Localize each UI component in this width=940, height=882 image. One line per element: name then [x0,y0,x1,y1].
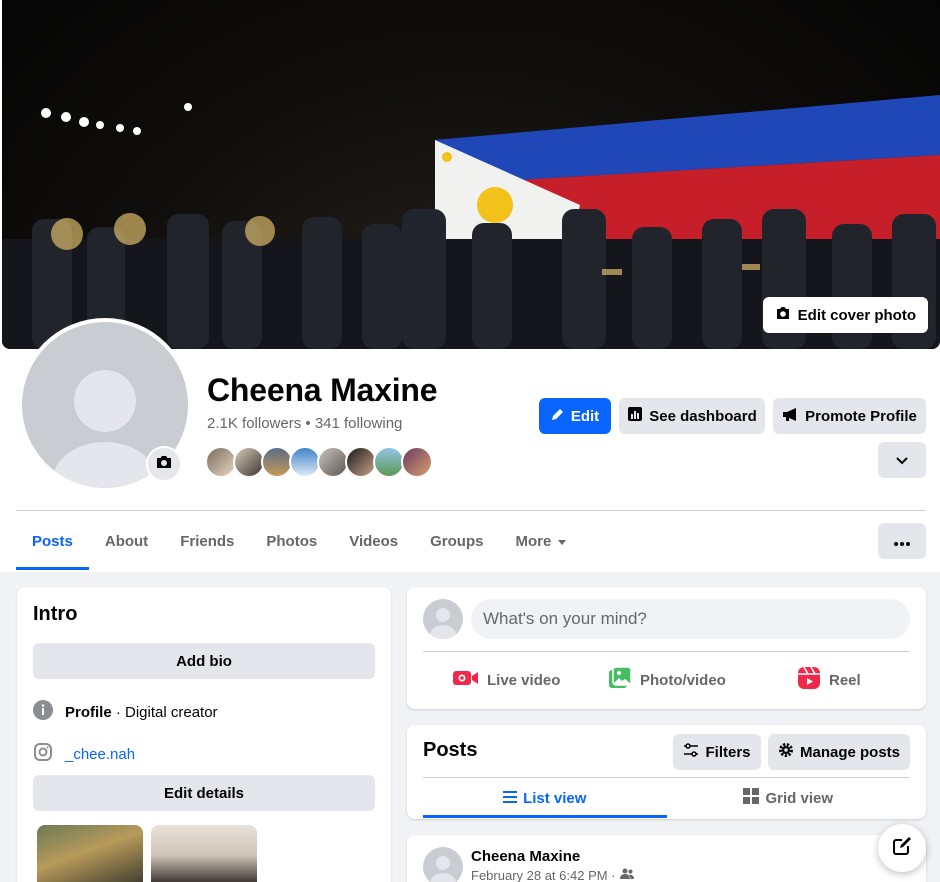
featured-photo[interactable] [37,825,143,882]
friend-avatar[interactable] [401,446,433,478]
followers-link[interactable]: 2.1K followers [207,415,301,432]
live-video-label: Live video [487,671,561,689]
featured-photo[interactable] [151,825,257,882]
reel-label: Reel [829,671,861,689]
cover-photo[interactable]: Edit cover photo [2,0,940,349]
stage-lights [41,103,192,135]
follow-stats: 2.1K followers • 341 following [207,415,402,432]
intro-card: Intro Add bio Profile · Digital creator … [17,587,391,882]
add-bio-button[interactable]: Add bio [33,643,375,679]
promote-profile-button[interactable]: Promote Profile [773,398,926,434]
ellipsis-icon [894,533,910,550]
filters-icon [683,743,699,761]
pencil-icon [551,407,565,425]
instagram-link[interactable]: _chee.nah [65,746,135,763]
list-icon [503,790,518,807]
photo-icon [608,666,632,694]
new-message-button[interactable] [878,824,926,872]
more-options-button[interactable] [878,523,926,559]
following-link[interactable]: 341 following [315,415,403,432]
tab-label: Groups [430,532,484,550]
profile-label: Profile [65,703,112,721]
compose-icon [892,836,912,861]
intro-title: Intro [33,603,78,625]
friends-audience-icon [619,868,634,882]
tab-label: More [515,532,552,550]
camera-icon [155,454,173,475]
tab-label: Videos [349,532,399,550]
list-view-label: List view [523,789,587,807]
posts-header-card: Posts Filters Manage posts List view Gri… [407,725,926,819]
profile-name: Cheena Maxine [207,372,438,408]
grid-view-label: Grid view [765,789,834,807]
reel-button[interactable]: Reel [797,664,861,696]
edit-cover-label: Edit cover photo [797,306,916,324]
live-video-icon [453,668,479,692]
composer-divider [423,651,910,652]
gear-icon [778,742,794,762]
manage-posts-label: Manage posts [799,743,901,761]
post-composer: What's on your mind? Live video Photo/vi… [407,587,926,709]
grid-icon [743,788,760,808]
reel-icon [797,666,821,694]
promote-label: Promote Profile [805,407,917,425]
bar-chart-icon [627,406,643,426]
profile-type-row: Profile · Digital creator [33,700,218,724]
separator: • [301,415,315,432]
grid-view-tab[interactable]: Grid view [667,778,911,818]
post-card: Cheena Maxine February 28 at 6:42 PM · [407,835,926,882]
chevron-down-icon [896,452,908,469]
dashboard-label: See dashboard [649,407,757,425]
edit-details-button[interactable]: Edit details [33,775,375,811]
whats-on-your-mind-input[interactable]: What's on your mind? [471,599,910,639]
filters-button[interactable]: Filters [673,734,761,770]
info-icon [33,700,53,724]
header-divider [16,510,926,511]
edit-cover-photo-button[interactable]: Edit cover photo [762,297,928,333]
tab-friends[interactable]: Friends [164,512,250,570]
profile-type: · Digital creator [111,703,218,721]
tab-more[interactable]: More [499,512,583,570]
post-author-name[interactable]: Cheena Maxine [471,848,580,865]
tab-photos[interactable]: Photos [250,512,333,570]
megaphone-icon [782,407,799,426]
edit-profile-button[interactable]: Edit [539,398,611,434]
update-profile-picture-button[interactable] [146,446,182,482]
profile-header: Edit cover photo Cheena Maxine 2.1K foll… [0,0,940,572]
manage-posts-button[interactable]: Manage posts [768,734,910,770]
caret-down-icon [557,533,567,550]
view-toggle: List view Grid view [423,777,910,818]
filters-label: Filters [705,743,751,761]
edit-label: Edit [570,407,600,425]
photo-video-label: Photo/video [640,671,726,689]
tab-posts[interactable]: Posts [16,512,89,570]
tab-label: About [104,532,149,550]
posts-title: Posts [423,739,478,761]
live-video-button[interactable]: Live video [453,664,560,696]
instagram-icon [33,742,53,766]
tab-about[interactable]: About [89,512,164,570]
post-author-avatar[interactable] [423,847,463,882]
tab-videos[interactable]: Videos [333,512,414,570]
photo-video-button[interactable]: Photo/video [608,664,726,696]
instagram-row: _chee.nah [33,742,135,766]
list-view-tab[interactable]: List view [423,778,667,818]
friends-avatars [205,446,433,478]
tab-label: Posts [32,532,73,550]
tab-groups[interactable]: Groups [414,512,499,570]
post-timestamp[interactable]: February 28 at 6:42 PM · [471,868,616,882]
see-dashboard-button[interactable]: See dashboard [619,398,765,434]
tab-label: Photos [266,532,318,550]
tab-label: Friends [180,532,235,550]
profile-options-dropdown[interactable] [878,442,926,478]
profile-tabs: Posts About Friends Photos Videos Groups… [16,512,583,570]
camera-icon [775,305,791,325]
post-meta: February 28 at 6:42 PM · [471,868,634,882]
composer-avatar[interactable] [423,599,463,639]
